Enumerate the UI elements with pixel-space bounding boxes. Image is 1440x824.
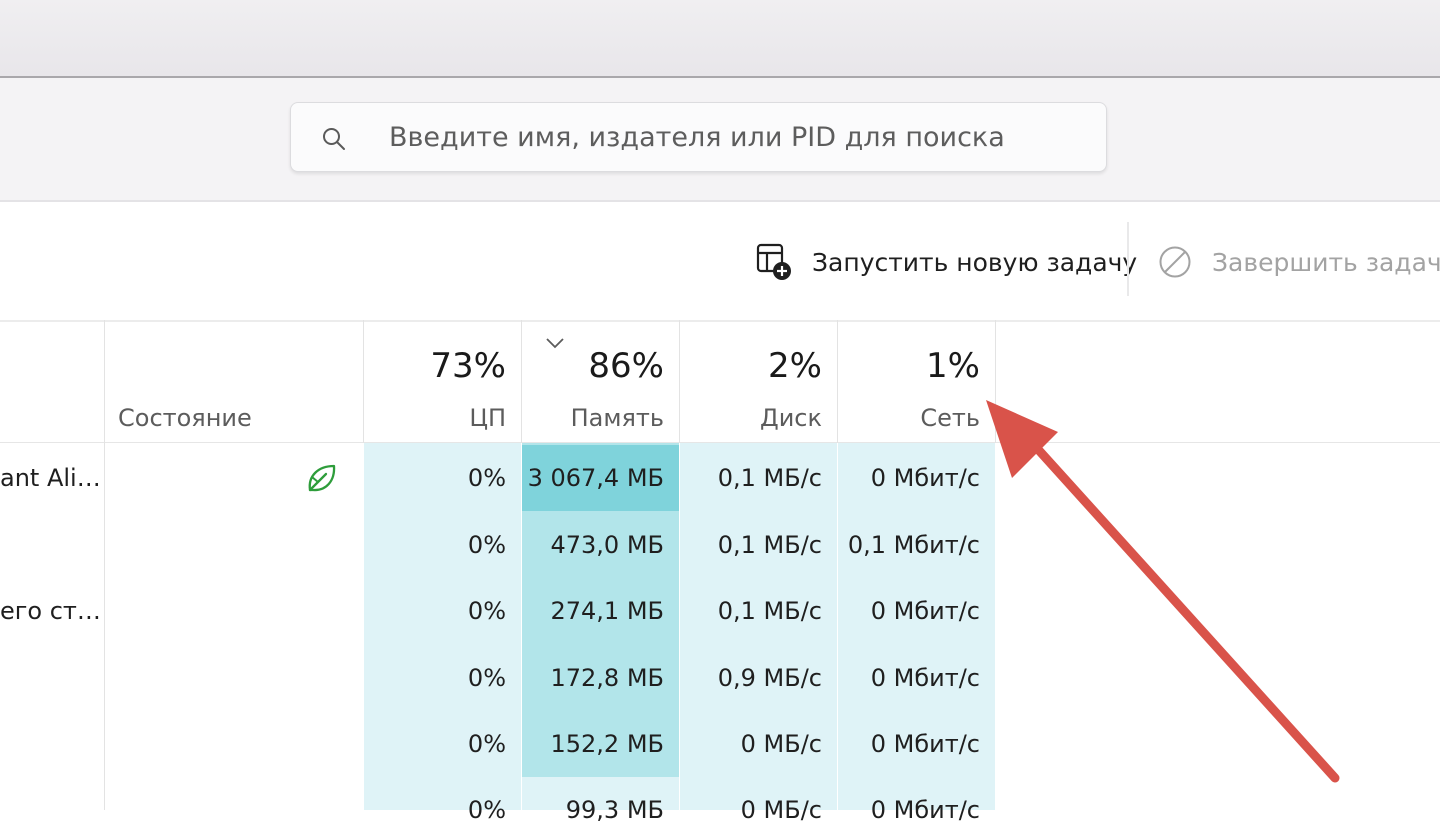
column-header-row: Состояние 73% ЦП 86% Память 2% Диск 1% С… — [0, 320, 1440, 443]
memory-value: 473,0 МБ — [550, 531, 664, 559]
memory-value: 3 067,4 МБ — [527, 464, 664, 492]
leaf-icon — [308, 464, 336, 492]
search-icon — [323, 128, 345, 150]
toolbar-divider — [1127, 222, 1129, 296]
column-header-memory[interactable]: Память — [522, 404, 664, 432]
network-value: 0 Мбит/с — [870, 730, 980, 758]
column-separator[interactable] — [104, 320, 105, 810]
column-separator[interactable] — [679, 320, 680, 443]
network-total-percent: 1% — [926, 346, 980, 386]
disk-value: 0 МБ/с — [740, 796, 822, 824]
column-separator[interactable] — [363, 320, 364, 443]
column-header-disk[interactable]: Диск — [680, 404, 822, 432]
disk-value: 0,1 МБ/с — [717, 464, 822, 492]
cpu-value: 0% — [467, 464, 506, 492]
search-bar-area — [0, 78, 1440, 202]
cpu-value: 0% — [467, 730, 506, 758]
run-new-task-button[interactable]: Запустить новую задачу — [756, 240, 1137, 284]
search-box[interactable] — [290, 102, 1107, 172]
memory-total-percent: 86% — [588, 346, 664, 386]
network-value: 0 Мбит/с — [870, 597, 980, 625]
process-table: Состояние 73% ЦП 86% Память 2% Диск 1% С… — [0, 320, 1440, 824]
cpu-value: 0% — [467, 664, 506, 692]
column-header-state[interactable]: Состояние — [118, 404, 252, 432]
new-task-icon — [756, 243, 791, 280]
cpu-total-percent: 73% — [430, 346, 506, 386]
process-name: ant Ali… — [0, 464, 101, 492]
disk-value: 0,9 МБ/с — [717, 664, 822, 692]
memory-value: 274,1 МБ — [550, 597, 664, 625]
column-separator[interactable] — [837, 320, 838, 443]
end-task-button[interactable]: Завершить задачу — [1158, 240, 1440, 284]
network-value: 0 Мбит/с — [870, 796, 980, 824]
disk-value: 0,1 МБ/с — [717, 597, 822, 625]
network-value: 0 Мбит/с — [870, 664, 980, 692]
toolbar: Запустить новую задачу Завершить задачу — [0, 202, 1440, 320]
network-value: 0,1 Мбит/с — [847, 531, 980, 559]
column-header-network[interactable]: Сеть — [838, 404, 980, 432]
run-new-task-label: Запустить новую задачу — [812, 247, 1138, 277]
memory-value: 172,8 МБ — [550, 664, 664, 692]
memory-value: 99,3 МБ — [565, 796, 664, 824]
disk-value: 0 МБ/с — [740, 730, 822, 758]
disk-total-percent: 2% — [768, 346, 822, 386]
memory-value: 152,2 МБ — [550, 730, 664, 758]
disk-value: 0,1 МБ/с — [717, 531, 822, 559]
cpu-value: 0% — [467, 597, 506, 625]
end-task-label: Завершить задачу — [1212, 247, 1440, 277]
column-separator[interactable] — [995, 320, 996, 443]
cpu-value: 0% — [467, 531, 506, 559]
search-input[interactable] — [389, 103, 1079, 171]
cpu-value: 0% — [467, 796, 506, 824]
window-titlebar — [0, 0, 1440, 78]
process-name: его ст… — [0, 597, 101, 625]
network-value: 0 Мбит/с — [870, 464, 980, 492]
column-header-cpu[interactable]: ЦП — [364, 404, 506, 432]
column-separator[interactable] — [521, 320, 522, 443]
end-task-icon — [1159, 246, 1191, 278]
